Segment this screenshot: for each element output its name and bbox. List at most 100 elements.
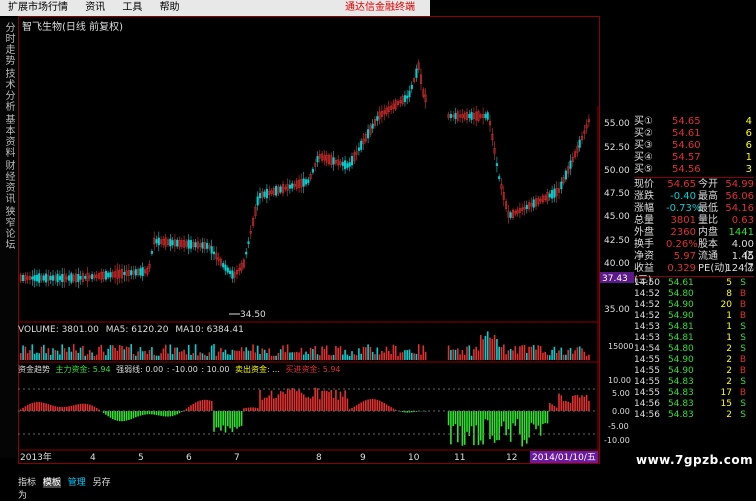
volume-bar	[324, 349, 326, 360]
quote-value: 5.97	[666, 251, 696, 263]
menu-item-help[interactable]: 帮助	[160, 2, 180, 13]
kline-chart[interactable]: 智飞生物(日线 前复权) 34.50 VOLUME: 3801.00 MA5: …	[18, 16, 600, 464]
fund-strong: 强弱线: 0.00	[116, 364, 163, 374]
fund-bar	[126, 411, 128, 421]
fund-bar	[163, 411, 165, 416]
volume-bar	[186, 354, 188, 360]
menu-item-tools[interactable]: 工具	[122, 2, 142, 13]
fund-bar	[110, 411, 112, 418]
fund-bar	[268, 395, 270, 411]
volume-bar	[333, 355, 335, 360]
fund-bar	[294, 389, 296, 411]
tab-finance-news[interactable]: 财经资讯	[2, 160, 16, 204]
volume-bar	[347, 355, 349, 360]
menu-item-news[interactable]: 资讯	[85, 2, 105, 13]
volume-bar	[160, 353, 162, 360]
tab-basic-info[interactable]: 基本资料	[2, 114, 16, 158]
fund-bar	[57, 407, 59, 411]
fund-bar	[367, 400, 369, 411]
volume-bar	[195, 344, 197, 360]
quote-label: 总量	[634, 215, 666, 227]
volume-bar	[266, 353, 268, 360]
fund-tick: 0.00	[612, 407, 630, 416]
candle	[498, 177, 500, 179]
volume-bar	[142, 351, 144, 360]
candle	[351, 156, 353, 165]
date-tick: 6	[186, 453, 192, 463]
fund-bar	[579, 398, 581, 411]
fund-bar	[204, 400, 206, 411]
quote-value: 0.329	[666, 263, 696, 275]
volume-bar	[524, 345, 526, 360]
fund-bar	[459, 411, 461, 426]
volume-bar	[55, 350, 57, 360]
volume-bar	[393, 345, 395, 360]
volume-bar	[542, 353, 544, 360]
volume-bar	[193, 353, 195, 360]
fund-bar	[515, 411, 517, 426]
fund-bar	[319, 399, 321, 411]
fund-bar	[344, 390, 346, 411]
order-volume: 3	[722, 164, 752, 176]
volume-bar	[298, 352, 300, 360]
volume-bar	[32, 344, 34, 360]
volume-bar	[213, 344, 215, 360]
fund-bar	[121, 411, 123, 421]
fund-tick: 5.00	[612, 389, 630, 398]
candle	[188, 240, 190, 248]
candle	[158, 238, 160, 245]
volume-bar	[314, 346, 316, 360]
fund-bar	[94, 407, 96, 411]
fund-bar	[255, 408, 257, 411]
fund-bar	[38, 402, 40, 411]
fund-bar	[471, 411, 473, 426]
fund-bar	[328, 392, 330, 411]
volume-bar	[326, 346, 328, 360]
tab-technical[interactable]: 技术分析	[2, 68, 16, 112]
fund-bar	[222, 411, 224, 425]
quote-value: -0.40	[666, 191, 696, 203]
volume-bar	[105, 355, 107, 360]
fund-bar	[43, 403, 45, 411]
volume-bar	[199, 352, 201, 360]
fund-bar	[174, 411, 176, 415]
volume-ma10: MA10: 6384.41	[175, 325, 243, 335]
menu-item-market[interactable]: 扩展市场行情	[8, 2, 68, 13]
fund-title: 资金趋势	[18, 364, 50, 374]
fund-bar	[354, 407, 356, 411]
tab-forum[interactable]: 狭窄论坛	[2, 206, 16, 250]
fund-bar	[464, 411, 466, 445]
order-book: 买①54.654买②54.616买③54.606买④54.571买⑤54.563	[634, 116, 754, 176]
fund-bar	[296, 391, 298, 411]
volume-bar	[268, 348, 270, 360]
quote-label: 最高	[698, 191, 724, 203]
volume-bar	[273, 356, 275, 360]
quote-row: 总量3801量比0.63	[634, 215, 754, 227]
fund-bar	[112, 411, 114, 419]
candle	[275, 186, 277, 195]
fund-trend-series	[20, 388, 590, 447]
fund-bar	[544, 411, 546, 423]
fund-bar	[190, 405, 192, 411]
current-date: 2014/01/10/五	[532, 453, 596, 463]
volume-bar	[227, 354, 229, 360]
tick-side: B	[732, 311, 746, 322]
ad-banner[interactable]: 通达信金融终端	[345, 0, 430, 16]
tick-row: 14:5554.832S	[634, 377, 754, 388]
volume-bar	[416, 354, 418, 360]
fund-bar	[41, 402, 43, 411]
volume-bar	[107, 349, 109, 360]
volume-bar	[91, 352, 93, 360]
quote-label: 涨跌	[634, 191, 666, 203]
volume-bar	[57, 351, 59, 360]
tab-timeshare[interactable]: 分时走势	[2, 22, 16, 66]
candle	[289, 185, 291, 188]
fund-bar	[172, 411, 174, 416]
side-tabs: 分时走势 技术分析 基本资料 财经资讯 狭窄论坛	[0, 18, 19, 458]
fund-bar	[326, 391, 328, 411]
volume-bar	[561, 348, 563, 360]
fund-bar	[135, 411, 137, 417]
candle	[206, 243, 208, 248]
volume-bar	[264, 350, 266, 360]
tick-volume: 8	[708, 289, 732, 300]
